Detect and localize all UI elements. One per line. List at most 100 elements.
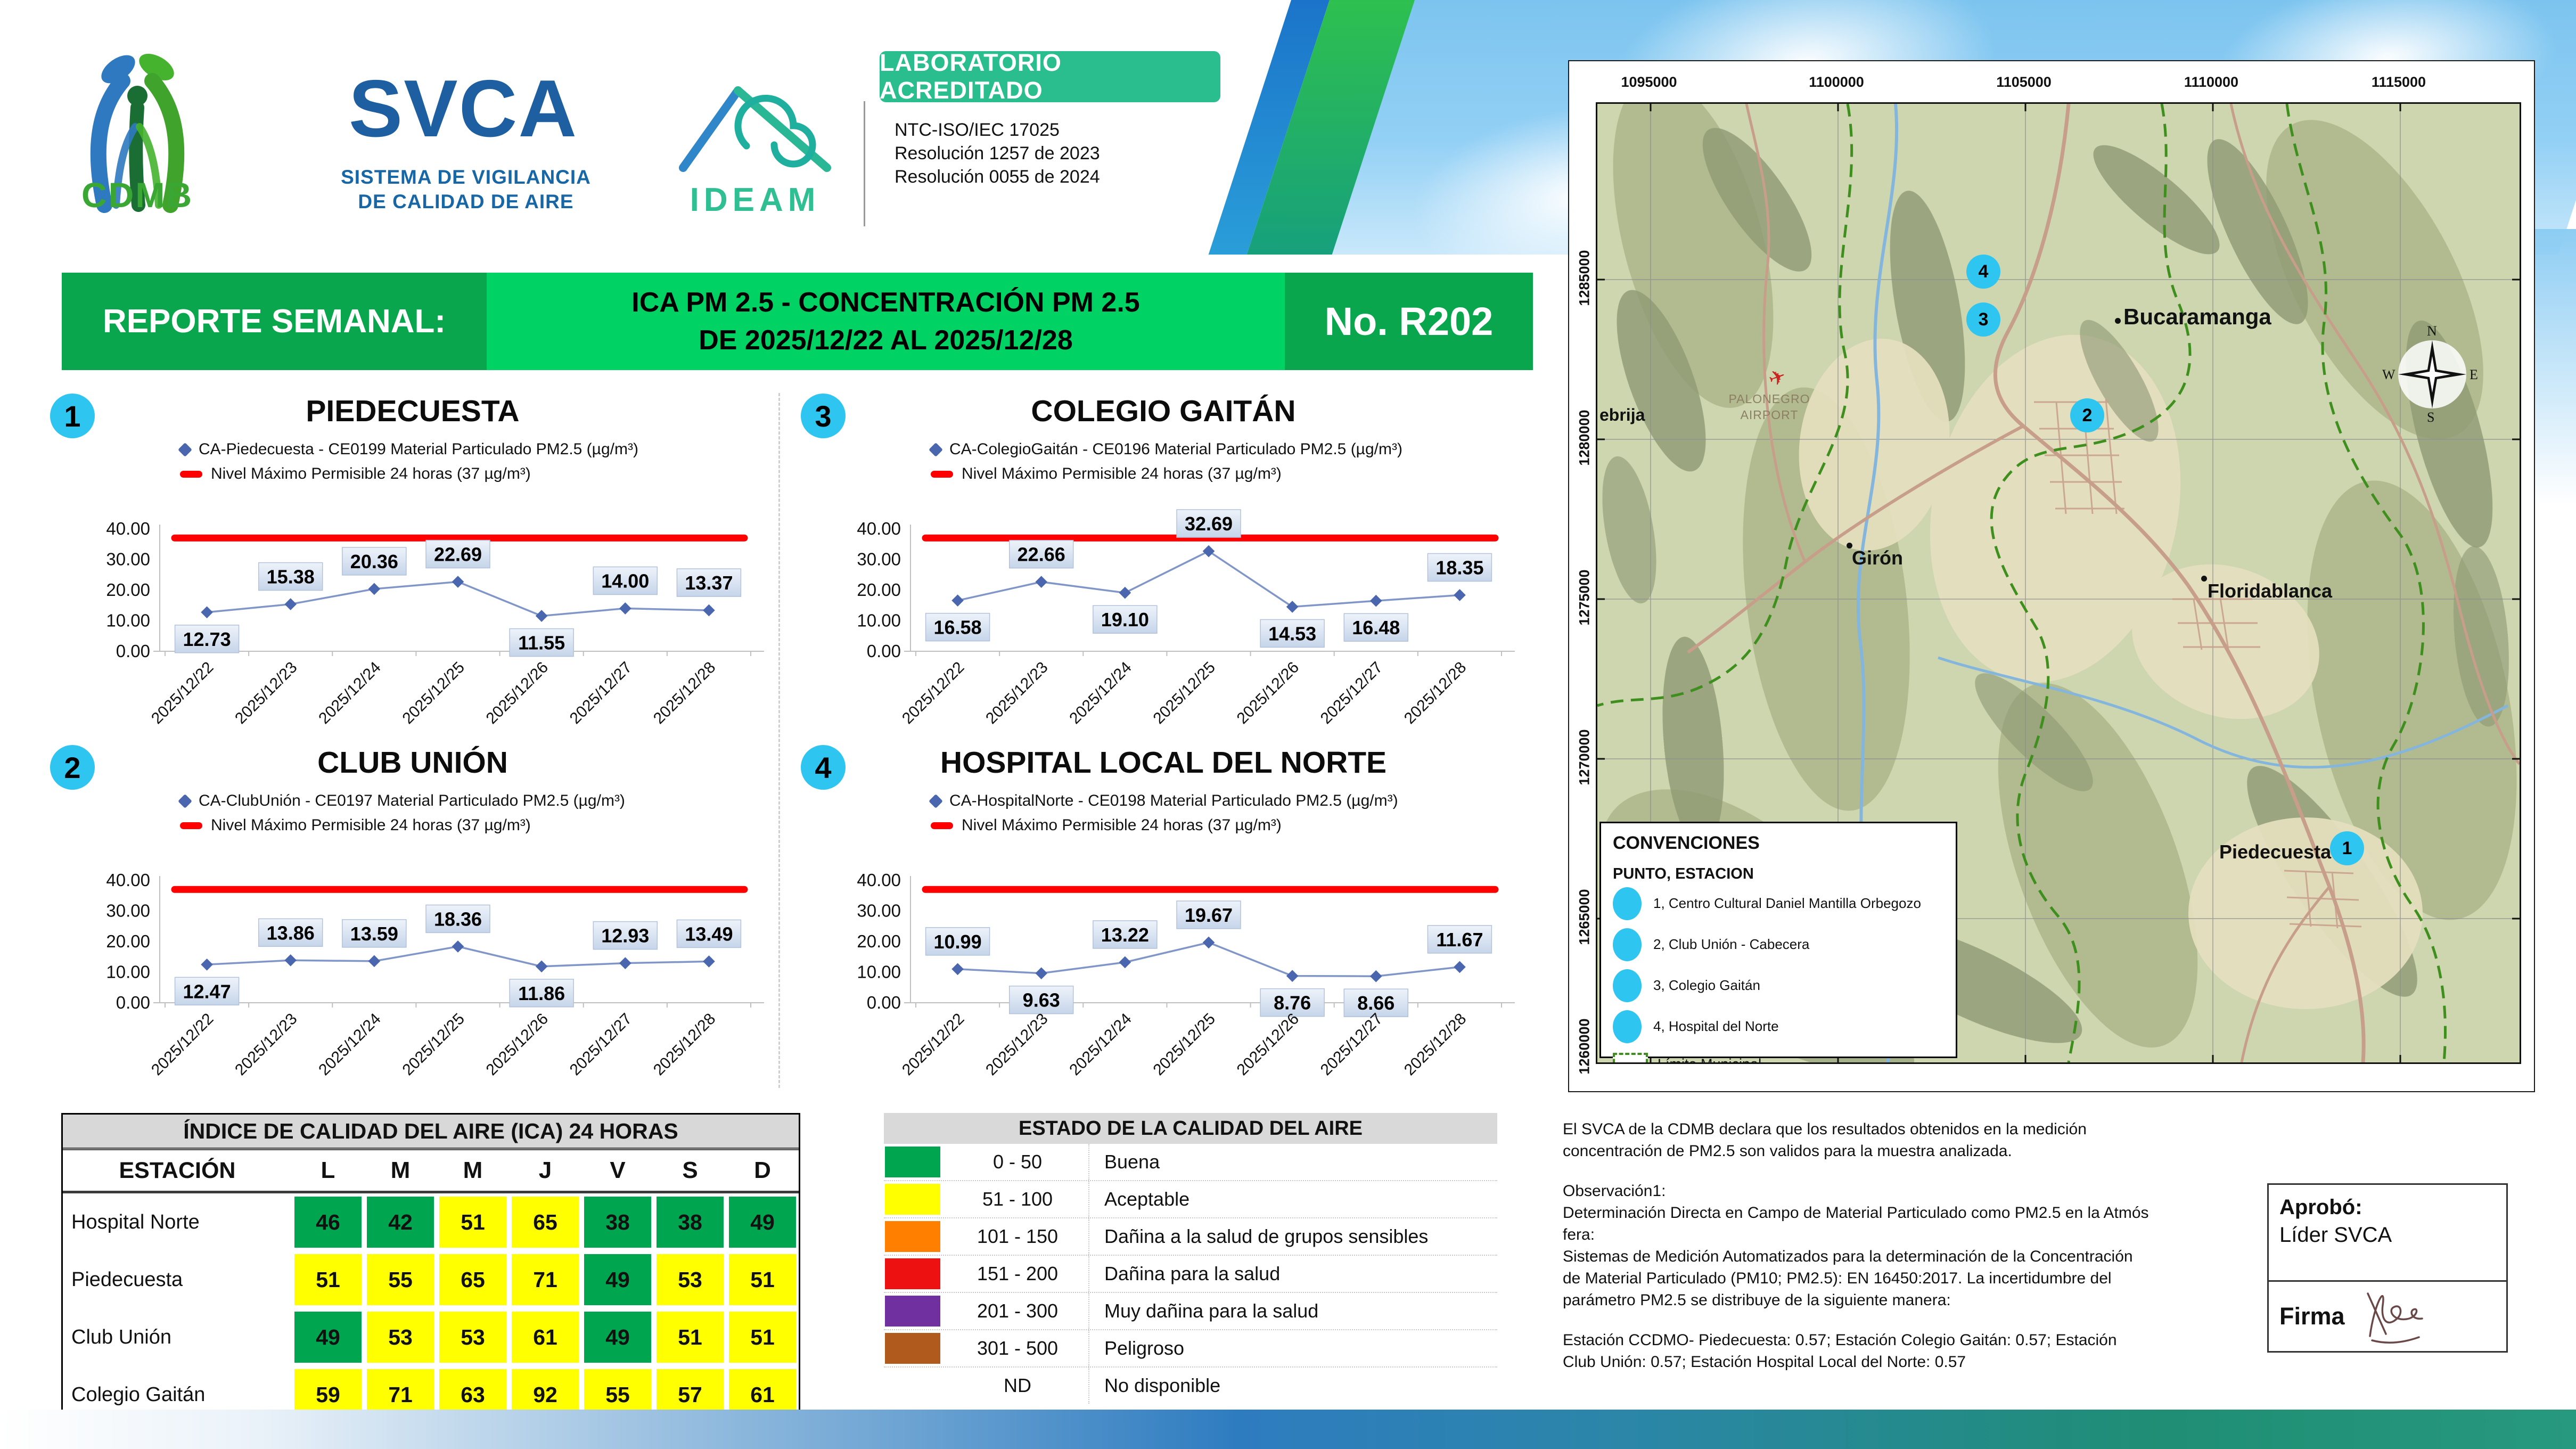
range: 301 - 500: [977, 1337, 1059, 1359]
svg-text:2025/12/24: 2025/12/24: [315, 659, 384, 728]
station-name: Piedecuesta: [71, 1268, 183, 1291]
station-name: Club Unión: [71, 1325, 171, 1348]
limit-legend-label: Nivel Máximo Permisible 24 horas (37 µg/…: [211, 465, 531, 482]
ica-value: 71: [512, 1254, 579, 1305]
compass-s: S: [2427, 410, 2435, 425]
declaration-line: concentración de PM2.5 son validos para …: [1563, 1142, 2012, 1160]
line-chart: 0.00 10.00 20.00 30.00 40.00 16.58 22.66 19.10 3…: [857, 509, 1515, 728]
line-chart: 0.00 10.00 20.00 30.00 40.00 12.47 13.86 13.59 1…: [106, 870, 764, 1079]
limit-legend-label: Nivel Máximo Permisible 24 horas (37 µg/…: [962, 465, 1282, 482]
report-number: No. R202: [1285, 273, 1533, 370]
station-name: Colegio Gaitán: [71, 1383, 206, 1406]
svg-text:0.00: 0.00: [116, 641, 150, 661]
station-point-icon: [1613, 887, 1642, 920]
svg-text:20.00: 20.00: [106, 931, 150, 951]
ica-value: 46: [294, 1197, 362, 1248]
observation-line: Observación1:: [1563, 1182, 1666, 1200]
observation-line: de Material Particulado (PM10; PM2.5): E…: [1563, 1270, 2112, 1287]
legend-row: 101 - 150 Dañina a la salud de grupos se…: [884, 1218, 1497, 1256]
aprobo-label: Aprobó:: [2279, 1196, 2362, 1219]
report-type-label: REPORTE SEMANAL:: [62, 273, 487, 370]
day-header: S: [682, 1157, 698, 1183]
ica-station-header: ESTACIÓN: [119, 1157, 236, 1183]
ica-value: 51: [729, 1254, 796, 1305]
ica-table: ÍNDICE DE CALIDAD DEL AIRE (ICA) 24 HORA…: [61, 1113, 800, 1425]
ica-value: 61: [512, 1312, 579, 1363]
ica-value: 53: [367, 1312, 434, 1363]
station-point-icon: [1613, 1010, 1642, 1043]
svg-text:2025/12/23: 2025/12/23: [232, 659, 301, 728]
limit-line-icon: [180, 822, 202, 829]
ica-value: 51: [439, 1197, 506, 1248]
ideam-wordmark: IDEAM: [690, 182, 821, 218]
city-dot: [2201, 576, 2207, 582]
chart-panel-colegio-gaitan: 3 COLEGIO GAITÁN CA-ColegioGaitán - CE01…: [793, 391, 1533, 746]
svg-text:12.47: 12.47: [183, 980, 231, 1002]
svg-text:12.93: 12.93: [601, 925, 649, 947]
svg-text:0.00: 0.00: [116, 993, 150, 1012]
svg-text:14.53: 14.53: [1268, 623, 1316, 644]
legend-row: ND No disponible: [884, 1368, 1497, 1404]
range-label: Dañina para la salud: [1088, 1256, 1497, 1292]
ica-value: 49: [584, 1312, 651, 1363]
accreditation-line: Resolución 0055 de 2024: [895, 167, 1100, 187]
ica-value: 49: [584, 1254, 651, 1305]
chart-panel-piedecuesta: 1 PIEDECUESTA CA-Piedecuesta - CE0199 Ma…: [43, 391, 783, 746]
range: 201 - 300: [977, 1300, 1059, 1322]
chart-legend: CA-ClubUnión - CE0197 Material Particula…: [178, 789, 625, 838]
header-divider: [864, 101, 865, 226]
observation-line: Determinación Directa en Campo de Materi…: [1563, 1204, 2149, 1222]
range: ND: [1004, 1374, 1031, 1396]
svg-text:40.00: 40.00: [106, 519, 150, 538]
chart-title: HOSPITAL LOCAL DEL NORTE: [940, 746, 1387, 780]
chart-title: PIEDECUESTA: [306, 394, 520, 428]
map-y-axis-label: 1260000: [1576, 1018, 1593, 1075]
series-marker-icon: [178, 442, 192, 457]
chart-panel-hospital-norte: 4 HOSPITAL LOCAL DEL NORTE CA-HospitalNo…: [793, 743, 1533, 1097]
map-marker-3: 3: [1966, 302, 2000, 337]
svg-text:16.58: 16.58: [934, 617, 982, 638]
svg-text:0.00: 0.00: [867, 641, 901, 661]
limit-legend-label: Nivel Máximo Permisible 24 horas (37 µg/…: [211, 816, 531, 834]
svg-text:2025/12/24: 2025/12/24: [315, 1010, 384, 1079]
svg-text:2025/12/25: 2025/12/25: [399, 1010, 468, 1079]
city-label-giron: Girón: [1852, 547, 1903, 569]
day-header: V: [610, 1157, 626, 1183]
range: 0 - 50: [992, 1151, 1043, 1173]
svg-text:2025/12/26: 2025/12/26: [1234, 1010, 1303, 1079]
svg-text:2025/12/25: 2025/12/25: [1150, 659, 1219, 728]
svg-text:20.00: 20.00: [106, 580, 150, 600]
weekly-air-quality-report: CDMB SVCA SISTEMA DE VIGILANCIA DE CALID…: [0, 0, 2576, 1449]
report-title-line2: DE 2025/12/22 AL 2025/12/28: [699, 324, 1073, 356]
aprobo-value: Líder SVCA: [2279, 1223, 2392, 1247]
chart-legend: CA-HospitalNorte - CE0198 Material Parti…: [929, 789, 1398, 838]
svg-text:9.63: 9.63: [1023, 989, 1060, 1011]
map-frame: N E S W ✈ PALONEGRO AIRPORT Bucaramanga …: [1596, 102, 2521, 1064]
range-label: Buena: [1088, 1144, 1497, 1180]
chart-column-divider: [778, 393, 780, 1088]
svg-text:2025/12/27: 2025/12/27: [1317, 659, 1387, 728]
limit-legend-label: Nivel Máximo Permisible 24 horas (37 µg/…: [962, 816, 1282, 834]
footer-gradient-bar: [0, 1410, 2576, 1449]
series-legend-label: CA-Piedecuesta - CE0199 Material Particu…: [199, 440, 638, 458]
svg-text:13.49: 13.49: [685, 923, 733, 945]
compass-rose-icon: N E S W: [2382, 323, 2478, 425]
color-swatch: [885, 1296, 940, 1327]
line-chart: 0.00 10.00 20.00 30.00 40.00 12.73 15.38 20.36 2…: [106, 519, 764, 728]
svg-text:11.55: 11.55: [518, 632, 565, 654]
svg-text:2025/12/22: 2025/12/22: [899, 659, 968, 728]
map-marker-2: 2: [2070, 398, 2104, 432]
chart-legend: CA-ColegioGaitán - CE0196 Material Parti…: [929, 437, 1402, 486]
svg-text:2025/12/23: 2025/12/23: [232, 1010, 301, 1079]
ica-value: 51: [657, 1312, 724, 1363]
ica-value: 65: [512, 1197, 579, 1248]
svg-text:18.36: 18.36: [434, 908, 482, 930]
svg-text:2025/12/22: 2025/12/22: [148, 1010, 217, 1079]
svg-text:15.38: 15.38: [267, 566, 315, 588]
ideam-logo-icon: [679, 86, 831, 172]
range-label: Aceptable: [1088, 1181, 1497, 1217]
map-marker-4: 4: [1966, 255, 2000, 289]
accreditation-text: NTC-ISO/IEC 17025 Resolución 1257 de 202…: [895, 118, 1100, 189]
ica-value: 49: [729, 1197, 796, 1248]
svg-text:10.00: 10.00: [106, 962, 150, 982]
